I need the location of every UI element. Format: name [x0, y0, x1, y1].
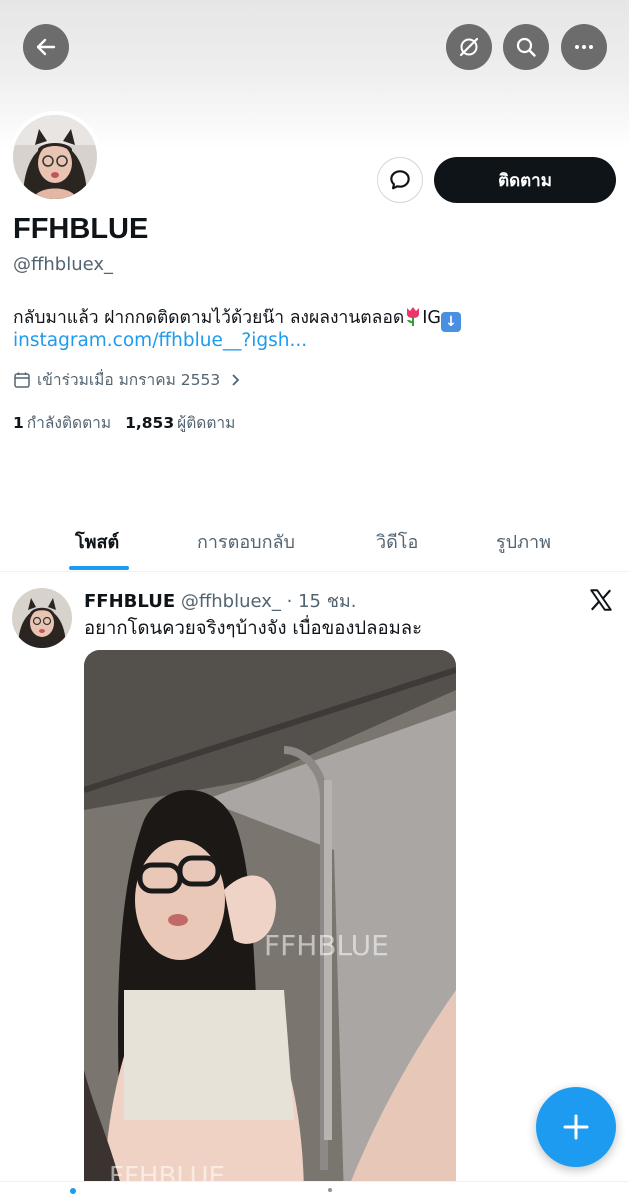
tweet-meta: @ffhbluex_ · 15 ชม. — [180, 591, 357, 612]
profile-link[interactable]: instagram.com/ffhblue__?igsh... — [13, 330, 307, 351]
chat-bubble-icon — [390, 170, 410, 190]
follow-button[interactable]: ติดตาม — [434, 157, 616, 203]
bio-suffix: IG — [422, 308, 441, 328]
more-horizontal-icon — [575, 45, 593, 49]
tab-photos[interactable]: รูปภาพ — [496, 527, 551, 556]
grok-icon — [459, 37, 479, 57]
search-button[interactable] — [503, 24, 549, 70]
profile-avatar[interactable] — [9, 111, 101, 203]
tab-videos[interactable]: วิดีโอ — [376, 527, 418, 556]
video-thumbnail: FFHBLUE FFHBLUE — [84, 650, 456, 1199]
followers-label: ผู้ติดตาม — [177, 414, 236, 432]
chevron-right-icon — [232, 373, 240, 386]
nav-home-indicator[interactable] — [70, 1188, 76, 1194]
bio-text: กลับมาแล้ว ฝากกดติดตามไว้ด้วยน๊า ลงผลงาน… — [13, 308, 405, 328]
following-count: 1 — [13, 414, 24, 432]
search-icon — [516, 37, 536, 57]
back-button[interactable] — [23, 24, 69, 70]
profile-display-name: FFHBLUE — [13, 213, 149, 245]
compose-button[interactable] — [536, 1087, 616, 1167]
tweet-author-name[interactable]: FFHBLUE — [84, 591, 175, 612]
followers-stat[interactable]: 1,853 ผู้ติดตาม — [125, 410, 235, 435]
following-label: กำลังติดตาม — [26, 414, 112, 432]
following-stat[interactable]: 1 กำลังติดตาม — [13, 410, 111, 435]
tab-posts[interactable]: โพสต์ — [75, 527, 119, 556]
calendar-icon — [14, 372, 30, 388]
avatar-photo — [13, 115, 97, 199]
plus-icon — [563, 1114, 589, 1140]
grok-button[interactable] — [446, 24, 492, 70]
joined-date-row[interactable]: เข้าร่วมเมื่อ มกราคม 2553 — [13, 367, 244, 392]
profile-tabs: โพสต์ การตอบกลับ วิดีโอ รูปภาพ — [0, 515, 629, 572]
nav-notification-dot[interactable] — [328, 1188, 332, 1192]
bottom-navigation-bar — [0, 1181, 629, 1199]
joined-date: เข้าร่วมเมื่อ มกราคม 2553 — [37, 371, 221, 389]
tweet-video[interactable]: FFHBLUE FFHBLUE — [84, 650, 456, 1199]
profile-header-banner — [0, 0, 629, 150]
tulip-emoji-icon — [407, 307, 420, 326]
down-arrow-emoji-icon: ↓ — [440, 312, 461, 332]
tweet-text: อยากโดนควยจริงๆบ้างจัง เบื่อของปลอมละ — [84, 618, 423, 639]
more-button[interactable] — [561, 24, 607, 70]
followers-count: 1,853 — [125, 414, 175, 432]
follow-stats: 1 กำลังติดตาม 1,853 ผู้ติดตาม — [13, 410, 235, 435]
avatar-photo — [12, 588, 72, 648]
profile-handle: @ffhbluex_ — [13, 254, 114, 275]
tweet-header: FFHBLUE @ffhbluex_ · 15 ชม. — [84, 586, 357, 615]
tab-replies[interactable]: การตอบกลับ — [197, 527, 295, 556]
active-tab-indicator — [69, 566, 129, 570]
message-button[interactable] — [377, 157, 423, 203]
video-watermark: FFHBLUE — [264, 929, 389, 962]
arrow-left-icon — [36, 38, 56, 56]
profile-bio: กลับมาแล้ว ฝากกดติดตามไว้ด้วยน๊า ลงผลงาน… — [13, 303, 461, 332]
x-logo-icon — [590, 589, 612, 611]
tweet-avatar[interactable] — [12, 588, 72, 648]
